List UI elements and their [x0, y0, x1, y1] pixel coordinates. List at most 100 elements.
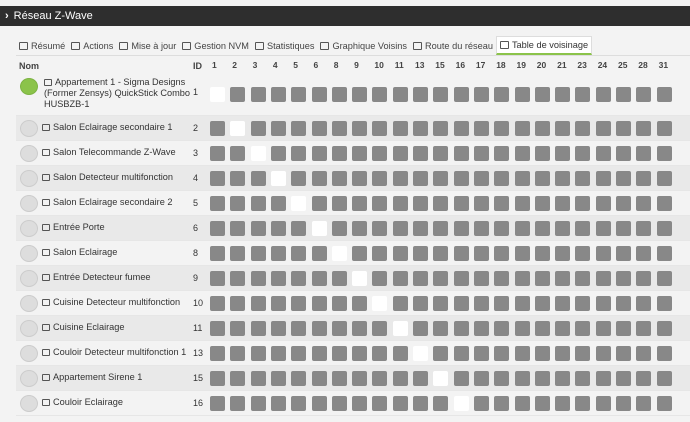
- neighbor-cell[interactable]: [291, 246, 307, 261]
- neighbor-cell[interactable]: [616, 271, 631, 286]
- neighbor-cell[interactable]: [473, 371, 489, 386]
- neighbor-cell[interactable]: [372, 396, 388, 411]
- neighbor-cell[interactable]: [433, 396, 449, 411]
- neighbor-cell-self[interactable]: [433, 371, 449, 386]
- neighbor-cell-self[interactable]: [392, 321, 408, 336]
- neighbor-cell[interactable]: [291, 221, 307, 236]
- neighbor-cell[interactable]: [331, 271, 347, 286]
- neighbor-cell-self[interactable]: [250, 146, 266, 161]
- tab-5[interactable]: Graphique Voisins: [317, 36, 410, 55]
- neighbor-cell[interactable]: [595, 246, 611, 261]
- neighbor-cell[interactable]: [372, 146, 388, 161]
- neighbor-cell[interactable]: [575, 246, 591, 261]
- chevron-right-icon[interactable]: ›: [5, 10, 9, 22]
- neighbor-cell[interactable]: [311, 246, 327, 261]
- neighbor-cell-self[interactable]: [453, 396, 469, 411]
- neighbor-cell[interactable]: [311, 321, 327, 336]
- table-row[interactable]: Cuisine Eclairage 11: [16, 316, 690, 341]
- neighbor-cell[interactable]: [331, 221, 347, 236]
- neighbor-cell[interactable]: [433, 221, 449, 236]
- neighbor-cell[interactable]: [230, 146, 246, 161]
- neighbor-cell-self[interactable]: [352, 271, 368, 286]
- neighbor-cell[interactable]: [616, 171, 631, 186]
- neighbor-cell[interactable]: [270, 246, 286, 261]
- neighbor-cell[interactable]: [494, 246, 510, 261]
- tab-2[interactable]: Mise à jour: [116, 36, 179, 55]
- neighbor-cell[interactable]: [433, 346, 449, 361]
- neighbor-cell[interactable]: [494, 121, 510, 136]
- neighbor-cell[interactable]: [514, 246, 530, 261]
- neighbor-cell[interactable]: [352, 171, 368, 186]
- neighbor-cell[interactable]: [595, 396, 611, 411]
- neighbor-cell[interactable]: [494, 296, 510, 311]
- neighbor-cell[interactable]: [291, 171, 307, 186]
- neighbor-cell[interactable]: [555, 121, 571, 136]
- neighbor-cell[interactable]: [392, 346, 408, 361]
- neighbor-cell[interactable]: [270, 371, 286, 386]
- neighbor-cell[interactable]: [616, 221, 631, 236]
- neighbor-cell[interactable]: [291, 296, 307, 311]
- neighbor-cell[interactable]: [392, 146, 408, 161]
- neighbor-cell[interactable]: [210, 121, 225, 136]
- neighbor-cell[interactable]: [555, 246, 571, 261]
- neighbor-cell[interactable]: [473, 171, 489, 186]
- neighbor-cell[interactable]: [250, 296, 266, 311]
- neighbor-cell[interactable]: [616, 346, 631, 361]
- neighbor-cell[interactable]: [291, 321, 307, 336]
- neighbor-cell[interactable]: [494, 221, 510, 236]
- neighbor-cell[interactable]: [331, 396, 347, 411]
- neighbor-cell[interactable]: [331, 321, 347, 336]
- neighbor-cell-self[interactable]: [311, 221, 327, 236]
- neighbor-cell[interactable]: [413, 246, 428, 261]
- neighbor-cell[interactable]: [311, 121, 327, 136]
- neighbor-cell[interactable]: [210, 296, 225, 311]
- neighbor-cell[interactable]: [595, 346, 611, 361]
- neighbor-cell[interactable]: [392, 121, 408, 136]
- neighbor-cell[interactable]: [473, 271, 489, 286]
- neighbor-cell[interactable]: [230, 321, 246, 336]
- neighbor-cell[interactable]: [270, 346, 286, 361]
- table-row[interactable]: Cuisine Detecteur multifonction 10: [16, 291, 690, 316]
- neighbor-cell[interactable]: [230, 87, 246, 102]
- neighbor-cell[interactable]: [413, 396, 428, 411]
- neighbor-cell[interactable]: [250, 196, 266, 211]
- tab-6[interactable]: Route du réseau: [410, 36, 496, 55]
- neighbor-cell-self[interactable]: [331, 246, 347, 261]
- neighbor-cell[interactable]: [656, 271, 672, 286]
- neighbor-cell[interactable]: [453, 346, 469, 361]
- neighbor-cell[interactable]: [311, 371, 327, 386]
- neighbor-cell[interactable]: [311, 196, 327, 211]
- neighbor-cell[interactable]: [352, 371, 368, 386]
- neighbor-cell[interactable]: [514, 196, 530, 211]
- neighbor-cell[interactable]: [575, 371, 591, 386]
- neighbor-cell[interactable]: [392, 396, 408, 411]
- neighbor-cell[interactable]: [270, 271, 286, 286]
- neighbor-cell[interactable]: [291, 346, 307, 361]
- neighbor-cell-self[interactable]: [230, 121, 246, 136]
- neighbor-cell[interactable]: [514, 221, 530, 236]
- neighbor-cell[interactable]: [433, 296, 449, 311]
- neighbor-cell[interactable]: [555, 321, 571, 336]
- neighbor-cell[interactable]: [413, 146, 428, 161]
- neighbor-cell[interactable]: [413, 121, 428, 136]
- neighbor-cell[interactable]: [534, 396, 550, 411]
- neighbor-cell[interactable]: [352, 246, 368, 261]
- neighbor-cell[interactable]: [616, 371, 631, 386]
- neighbor-cell[interactable]: [473, 296, 489, 311]
- neighbor-cell[interactable]: [636, 246, 652, 261]
- neighbor-cell[interactable]: [473, 196, 489, 211]
- neighbor-cell[interactable]: [291, 271, 307, 286]
- table-row[interactable]: Couloir Eclairage 16: [16, 391, 690, 416]
- neighbor-cell[interactable]: [250, 321, 266, 336]
- neighbor-cell-self[interactable]: [291, 196, 307, 211]
- neighbor-cell[interactable]: [656, 196, 672, 211]
- neighbor-cell[interactable]: [616, 296, 631, 311]
- neighbor-cell[interactable]: [494, 346, 510, 361]
- tab-4[interactable]: Statistiques: [252, 36, 318, 55]
- neighbor-cell[interactable]: [433, 171, 449, 186]
- neighbor-cell[interactable]: [595, 321, 611, 336]
- neighbor-cell[interactable]: [372, 321, 388, 336]
- neighbor-cell[interactable]: [453, 271, 469, 286]
- neighbor-cell[interactable]: [555, 346, 571, 361]
- neighbor-cell[interactable]: [534, 346, 550, 361]
